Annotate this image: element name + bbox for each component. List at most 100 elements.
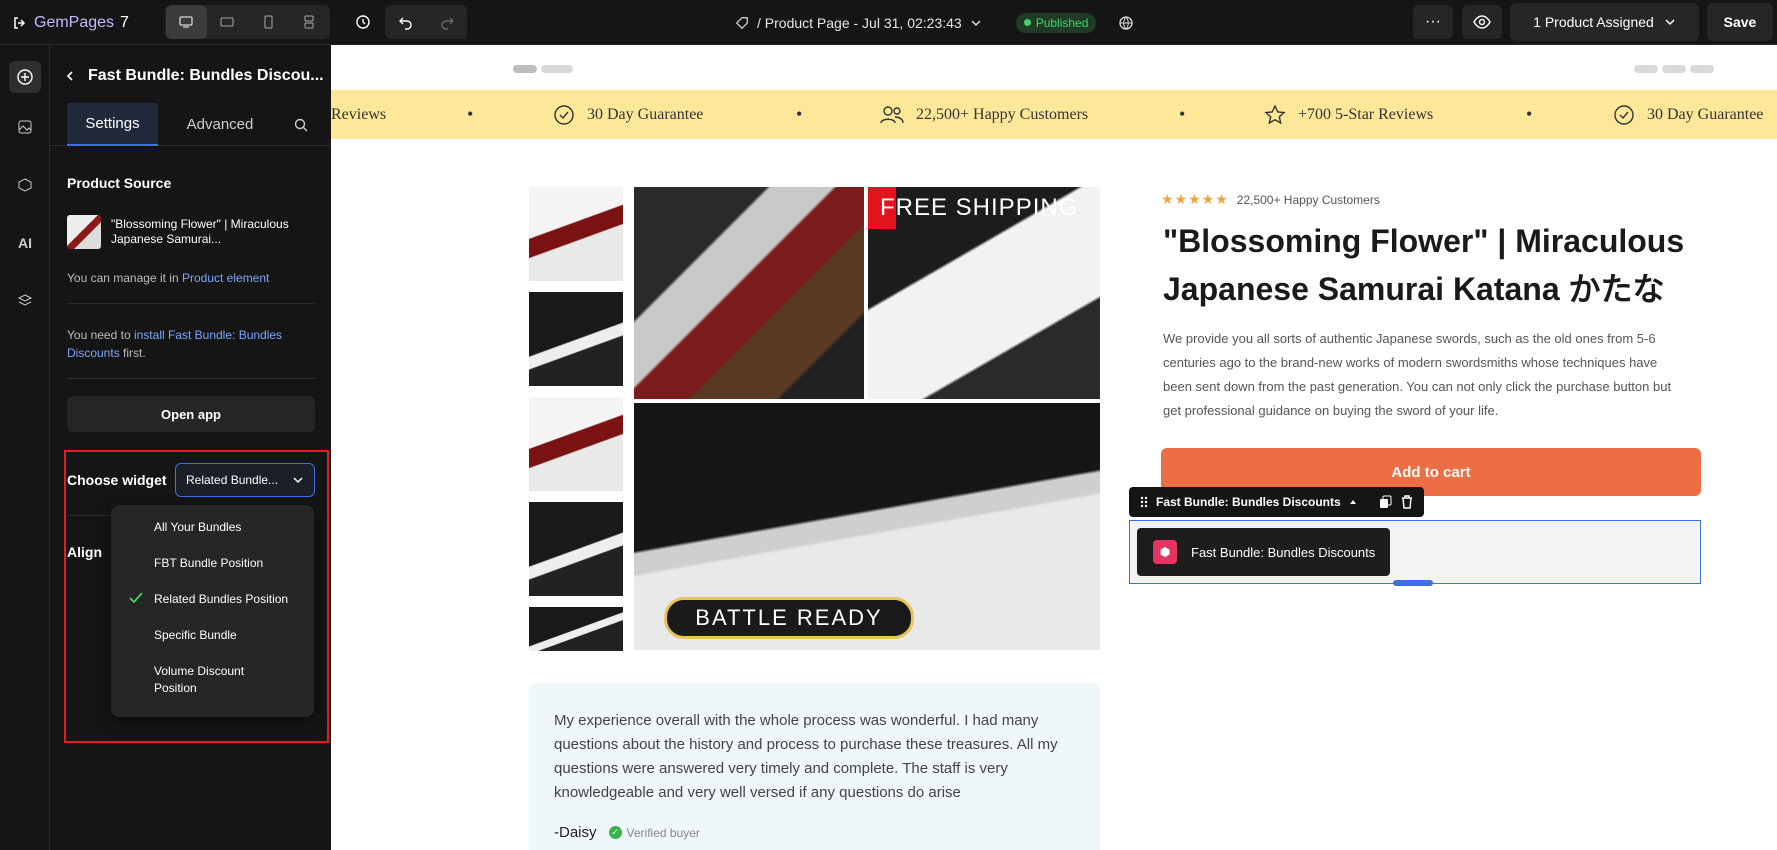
tablet-view-button[interactable] (207, 5, 248, 39)
search-button[interactable] (286, 103, 316, 146)
menu-item-volume-discount-position[interactable]: Volume Discount Position (154, 663, 274, 697)
product-image-hilt (634, 187, 864, 399)
marquee-banner: Reviews • 30 Day Guarantee • 22,500+ Hap… (331, 90, 1777, 139)
marquee-item: Reviews (331, 90, 386, 139)
separator-dot: • (1179, 104, 1186, 124)
thumbnail-image[interactable] (529, 502, 623, 596)
thumbnail-image[interactable] (529, 607, 623, 651)
status-badge: Published (1015, 12, 1097, 33)
review-author-row: -Daisy ✓ Verified buyer (554, 824, 700, 841)
undo-redo-group (385, 5, 467, 39)
choose-widget-label: Choose widget (67, 472, 167, 488)
desktop-view-button[interactable] (165, 5, 207, 39)
tab-advanced[interactable]: Advanced (168, 103, 272, 146)
marquee-text: 22,500+ Happy Customers (916, 105, 1089, 123)
trash-icon[interactable] (1400, 495, 1414, 509)
shield-check-icon (1614, 104, 1634, 125)
fast-bundle-logo-icon: ⬢ (1153, 540, 1177, 564)
pages-button[interactable] (9, 111, 41, 143)
product-assigned-dropdown[interactable]: 1 Product Assigned (1510, 3, 1699, 41)
chevron-down-icon (293, 477, 303, 484)
assign-label: 1 Product Assigned (1533, 14, 1654, 30)
redo-button[interactable] (426, 14, 467, 30)
install-prefix: You need to (67, 328, 131, 342)
sections-button[interactable] (9, 169, 41, 201)
drag-handle-icon[interactable] (1139, 495, 1149, 509)
history-button[interactable] (346, 5, 380, 39)
caret-up-icon[interactable] (1348, 497, 1358, 507)
rating-row: ★★★★★ 22,500+ Happy Customers (1161, 191, 1380, 208)
undo-button[interactable] (385, 14, 426, 30)
editor-canvas: Reviews • 30 Day Guarantee • 22,500+ Hap… (331, 45, 1777, 850)
widget-name: Fast Bundle: Bundles Discounts (1191, 544, 1376, 560)
undo-icon (398, 17, 412, 30)
choose-widget-select[interactable]: Related Bundle... (175, 463, 315, 497)
checkmark-icon (129, 592, 143, 604)
menu-item-fbt-bundle-position[interactable]: FBT Bundle Position (154, 555, 304, 572)
free-shipping-banner: FREE SHIPPING (868, 187, 1100, 229)
eye-icon (1473, 15, 1491, 29)
widget-dropdown-menu: All Your Bundles FBT Bundle Position Rel… (111, 505, 314, 717)
star-icon (1264, 103, 1286, 124)
align-label: Align (67, 544, 102, 560)
review-text: My experience overall with the whole pro… (554, 712, 1058, 801)
duplicate-icon[interactable] (1379, 495, 1393, 509)
settings-panel: Fast Bundle: Bundles Discou... Settings … (50, 45, 331, 850)
thumbnail-image[interactable] (529, 187, 623, 281)
globe-icon[interactable] (1118, 15, 1134, 31)
element-toolbar: Fast Bundle: Bundles Discounts (1129, 487, 1424, 517)
product-title: "Blossoming Flower" | Miraculous Japanes… (1163, 223, 1685, 307)
resize-handle[interactable] (1393, 580, 1433, 586)
product-element-link[interactable]: Product element (182, 271, 269, 285)
page-name-selector[interactable]: / Product Page - Jul 31, 02:23:43 Publis… (735, 0, 1134, 45)
ai-icon: AI (18, 235, 32, 251)
manage-prefix: You can manage it in (67, 271, 179, 285)
install-suffix: first. (123, 346, 146, 360)
placeholder-bar (541, 65, 573, 73)
page-name: / Product Page - Jul 31, 02:23:43 (757, 14, 962, 31)
logo-text: GemPages (34, 13, 115, 31)
layers-icon (304, 15, 314, 29)
battle-ready-banner: BATTLE READY (664, 597, 914, 639)
star-rating-icon: ★★★★★ (1161, 191, 1229, 207)
more-button[interactable]: ··· (1413, 5, 1453, 39)
review-card: My experience overall with the whole pro… (529, 683, 1100, 850)
marquee-item: 30 Day Guarantee (553, 90, 703, 139)
ai-button[interactable]: AI (9, 227, 41, 259)
tablet-icon (220, 17, 234, 27)
rating-text: 22,500+ Happy Customers (1236, 192, 1380, 207)
preview-button[interactable] (1462, 5, 1502, 39)
verified-badge: ✓ Verified buyer (608, 826, 700, 840)
layers-button[interactable] (9, 285, 41, 317)
install-notice: You need to install Fast Bundle: Bundles… (67, 326, 307, 362)
add-element-button[interactable] (9, 61, 41, 93)
device-switcher (165, 5, 330, 39)
thumbnail-image[interactable] (529, 397, 623, 491)
left-rail: AI (0, 45, 50, 850)
placeholder-bar (513, 65, 537, 73)
select-value: Related Bundle... (186, 473, 279, 487)
menu-item-all-your-bundles[interactable]: All Your Bundles (154, 519, 304, 536)
menu-item-related-bundles-position[interactable]: Related Bundles Position (154, 591, 304, 608)
fast-bundle-widget[interactable]: ⬢ Fast Bundle: Bundles Discounts (1137, 528, 1390, 576)
marquee-item: 30 Day Guarantee (1613, 90, 1763, 139)
toolbar-label[interactable]: Fast Bundle: Bundles Discounts (1156, 495, 1341, 509)
marquee-text: +700 5-Star Reviews (1298, 105, 1434, 123)
product-thumbnail (67, 215, 101, 249)
logo[interactable]: GemPages 7 (12, 0, 129, 45)
top-bar: GemPages 7 / Product Page - Jul 31, 02:2… (0, 0, 1777, 45)
desktop-icon (179, 16, 193, 28)
tab-settings[interactable]: Settings (67, 103, 158, 146)
marquee-text: Reviews (331, 105, 387, 123)
back-arrow-icon[interactable] (64, 70, 76, 82)
mobile-view-button[interactable] (248, 5, 289, 39)
open-app-button[interactable]: Open app (67, 396, 315, 432)
panel-header: Fast Bundle: Bundles Discou... (64, 67, 329, 85)
menu-item-specific-bundle[interactable]: Specific Bundle (154, 627, 304, 644)
save-button[interactable]: Save (1707, 3, 1773, 41)
thumbnail-image[interactable] (529, 292, 623, 386)
layout-view-button[interactable] (289, 5, 330, 39)
status-text: Published (1035, 15, 1089, 30)
cube-icon (18, 178, 32, 192)
product-source-item[interactable]: "Blossoming Flower" | Miraculous Japanes… (67, 215, 291, 249)
